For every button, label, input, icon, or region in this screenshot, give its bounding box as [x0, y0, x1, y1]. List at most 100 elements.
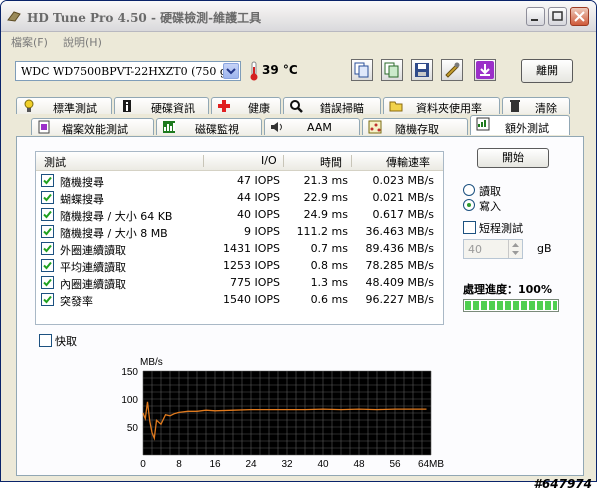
tab-health[interactable]: 健康 [211, 97, 281, 115]
tab-info[interactable]: 硬碟資訊 [114, 97, 209, 115]
row-checkbox[interactable] [41, 259, 54, 272]
tab-random-access[interactable]: 隨機存取 [362, 118, 468, 136]
header-test[interactable]: 測試 [44, 154, 66, 170]
row-io: 40 IOPS [236, 208, 280, 221]
x-tick-label: 64MB [418, 459, 444, 470]
copy-text-button[interactable] [351, 59, 373, 81]
stepper-arrows[interactable] [508, 240, 522, 258]
row-rate: 0.021 MB/s [372, 191, 434, 204]
check-icon [43, 244, 52, 253]
tab-disk-monitor[interactable]: 磁碟監視 [156, 118, 262, 136]
row-io: 1431 IOPS [222, 242, 280, 255]
row-io: 9 IOPS [243, 225, 280, 238]
y-tick-label: 50 [127, 423, 139, 434]
maximize-icon [552, 11, 563, 21]
header-io[interactable]: I/O [261, 154, 277, 167]
size-stepper[interactable]: 40 [463, 239, 523, 259]
row-checkbox[interactable] [41, 174, 54, 187]
progress-fill [465, 301, 557, 310]
options-button[interactable] [441, 59, 463, 81]
table-row[interactable]: 外圈連續讀取 1431 IOPS 0.7 ms 89.436 MB/s [36, 240, 443, 257]
row-test-name: 內圈連續讀取 [60, 278, 126, 291]
tab-error-scan[interactable]: 錯誤掃瞄 [283, 97, 381, 115]
copy-image-icon [384, 62, 399, 78]
exit-button[interactable]: 離開 [521, 59, 573, 83]
spin-arrows-icon [512, 243, 519, 255]
close-icon [574, 11, 585, 22]
maximize-button[interactable] [548, 7, 567, 26]
drive-select[interactable]: WDC WD7500BPVT-22HXZT0 (750 gB) [15, 61, 241, 81]
tab-benchmark[interactable]: 標準測試 [16, 97, 112, 115]
check-icon [43, 278, 52, 287]
tab-folder-usage[interactable]: 資料夾使用率 [383, 97, 500, 115]
table-row[interactable]: 隨機搜尋 / 大小 8 MB 9 IOPS 111.2 ms 36.463 MB/s [36, 223, 443, 240]
row-test-name: 蝴蝶搜尋 [60, 193, 104, 206]
row-time: 0.8 ms [310, 259, 348, 272]
x-tick-label: 40 [317, 459, 329, 470]
tab-file-benchmark[interactable]: 檔案效能測試 [31, 118, 154, 136]
row-test-name: 隨機搜尋 / 大小 8 MB [60, 227, 168, 240]
cache-checkbox[interactable] [39, 334, 52, 347]
minimize-icon [531, 19, 538, 21]
write-radio[interactable] [463, 199, 475, 211]
table-row[interactable]: 平均連續讀取 1253 IOPS 0.8 ms 78.285 MB/s [36, 257, 443, 274]
row-io: 1253 IOPS [222, 259, 280, 272]
table-row[interactable]: 內圈連續讀取 775 IOPS 1.3 ms 48.409 MB/s [36, 274, 443, 291]
x-tick-label: 24 [245, 459, 257, 470]
close-button[interactable] [570, 7, 589, 26]
window-title: HD Tune Pro 4.50 - 硬碟檢測-維護工具 [27, 11, 262, 25]
y-tick-label: 100 [121, 395, 138, 406]
health-cross-icon [218, 100, 230, 112]
x-tick-label: 0 [140, 459, 146, 470]
x-tick-label: 48 [353, 459, 365, 470]
header-rate[interactable]: 傳輸速率 [386, 154, 430, 170]
row-rate: 96.227 MB/s [365, 293, 434, 306]
chevron-down-icon[interactable] [223, 63, 239, 79]
start-button[interactable]: 開始 [477, 148, 549, 168]
tab-erase[interactable]: 清除 [502, 97, 570, 115]
header-time[interactable]: 時間 [320, 154, 342, 170]
row-time: 22.9 ms [303, 191, 348, 204]
read-radio[interactable] [463, 184, 475, 196]
speaker-icon [271, 122, 282, 132]
table-row[interactable]: 隨機搜尋 47 IOPS 21.3 ms 0.023 MB/s [36, 172, 443, 189]
check-icon [43, 295, 52, 304]
size-value: 40 [468, 243, 482, 256]
row-time: 0.7 ms [310, 242, 348, 255]
row-checkbox[interactable] [41, 191, 54, 204]
app-icon [7, 11, 21, 22]
extra-tests-icon [476, 117, 490, 131]
row-time: 24.9 ms [303, 208, 348, 221]
minimize-button[interactable] [526, 7, 545, 26]
row-checkbox[interactable] [41, 225, 54, 238]
tab-aam[interactable]: AAM [264, 118, 360, 135]
row-checkbox[interactable] [41, 208, 54, 221]
table-row[interactable]: 隨機搜尋 / 大小 64 KB 40 IOPS 24.9 ms 0.617 MB/s [36, 206, 443, 223]
short-test-checkbox[interactable] [463, 221, 476, 234]
download-button[interactable] [474, 59, 496, 81]
copy-image-button[interactable] [381, 59, 403, 81]
tab-extra-tests[interactable]: 額外測試 [470, 115, 570, 135]
y-tick-label: 150 [121, 367, 138, 378]
row-checkbox[interactable] [41, 293, 54, 306]
row-checkbox[interactable] [41, 276, 54, 289]
menu-file[interactable]: 檔案(F) [11, 34, 48, 50]
check-icon [43, 193, 52, 202]
row-test-name: 隨機搜尋 [60, 176, 104, 189]
x-tick-label: 16 [209, 459, 221, 470]
row-io: 1540 IOPS [222, 293, 280, 306]
row-checkbox[interactable] [41, 242, 54, 255]
x-tick-label: 8 [176, 459, 182, 470]
menu-help[interactable]: 說明(H) [63, 34, 102, 50]
table-row[interactable]: 突發率 1540 IOPS 0.6 ms 96.227 MB/s [36, 291, 443, 308]
folder-icon [389, 101, 403, 112]
random-access-icon [368, 120, 382, 134]
save-button[interactable] [411, 59, 433, 81]
title-bar[interactable]: HD Tune Pro 4.50 - 硬碟檢測-維護工具 [1, 1, 596, 32]
read-label: 讀取 [479, 185, 501, 198]
options-icon [445, 62, 460, 78]
table-header: 測試 I/O 時間 傳輸速率 [36, 152, 443, 171]
row-test-name: 平均連續讀取 [60, 261, 126, 274]
row-rate: 0.617 MB/s [372, 208, 434, 221]
table-row[interactable]: 蝴蝶搜尋 44 IOPS 22.9 ms 0.021 MB/s [36, 189, 443, 206]
